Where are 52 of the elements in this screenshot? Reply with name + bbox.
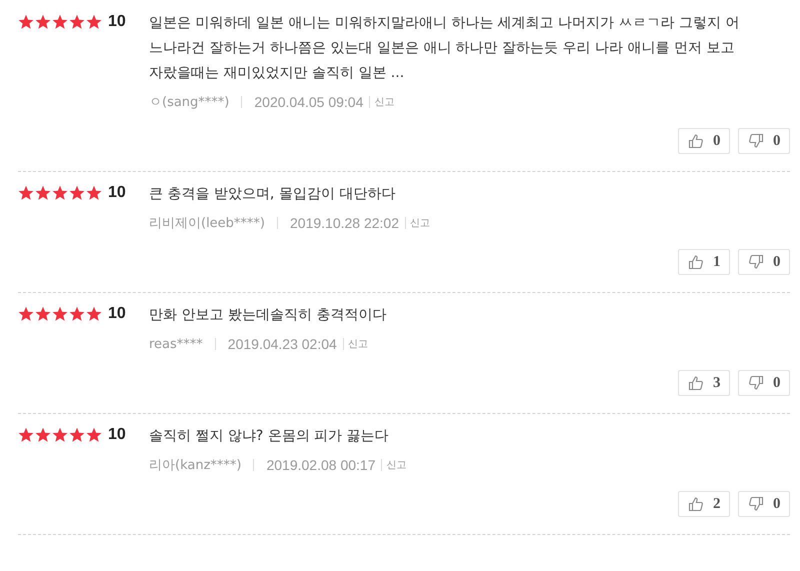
rating-score: 10 — [108, 427, 126, 443]
author-name: 리비제이(leeb****) — [149, 215, 266, 232]
star-icon — [18, 185, 34, 201]
review-date: 2019.10.28 22:02 — [290, 215, 400, 231]
review-text: 큰 충격을 받았으며, 몰입감이 대단하다 — [149, 185, 396, 204]
like-button[interactable]: 3 — [678, 370, 730, 396]
review-text: 일본은 미워하데 일본 애니는 미워하지말라애니 하나는 세계최고 나머지가 ㅆㄹㄱ라 그렇지 어느나라건 잘하는거 하나쯤은 있는대 일본은 애니 하나만 잘하는듯 우리 나라 애니를 먼저 보고 자랐을때는 재미있었지만 솔직히 일본 ... — [149, 14, 741, 83]
star-icon — [18, 14, 34, 30]
star-icon — [35, 185, 51, 201]
author-name: ㅇ(sang****) — [149, 94, 230, 111]
star-icon — [52, 306, 68, 322]
star-icon — [18, 427, 34, 443]
star-icon — [35, 306, 51, 322]
star-icon — [86, 427, 102, 443]
thumbs-down-icon — [748, 133, 764, 149]
review-date: 2019.02.08 00:17 — [266, 457, 376, 473]
star-icon — [86, 306, 102, 322]
star-icon — [69, 14, 85, 30]
star-icon — [86, 185, 102, 201]
dislike-button[interactable]: 0 — [738, 370, 790, 396]
star-icon — [69, 306, 85, 322]
thumbs-down-icon — [748, 496, 764, 512]
thumbs-up-icon — [688, 254, 704, 270]
review-text: 만화 안보고 봤는데솔직히 충격적이다 — [149, 306, 388, 325]
thumbs-up-icon — [688, 496, 704, 512]
author-name: reas**** — [149, 336, 203, 352]
review-text: 솔직히 쩔지 않냐? 온몸의 피가 끓는다 — [149, 427, 390, 446]
author-name: 리아(kanz****) — [149, 457, 242, 474]
like-button[interactable]: 1 — [678, 249, 730, 275]
dislike-button[interactable]: 0 — [738, 128, 790, 154]
star-icon — [52, 427, 68, 443]
thumbs-up-icon — [688, 133, 704, 149]
thumbs-up-icon — [688, 375, 704, 391]
like-button[interactable]: 0 — [678, 128, 730, 154]
thumbs-down-icon — [748, 375, 764, 391]
star-icon — [52, 185, 68, 201]
star-icon — [69, 427, 85, 443]
review-date: 2019.04.23 02:04 — [228, 336, 337, 352]
like-button[interactable]: 2 — [678, 491, 730, 517]
star-icon — [86, 14, 102, 30]
star-icon — [69, 185, 85, 201]
review-date: 2020.04.05 09:04 — [254, 94, 364, 110]
star-icon — [18, 306, 34, 322]
thumbs-down-icon — [748, 254, 764, 270]
dislike-button[interactable]: 0 — [738, 491, 790, 517]
rating-score: 10 — [108, 14, 126, 30]
star-icon — [35, 427, 51, 443]
rating-score: 10 — [108, 306, 126, 322]
rating-score: 10 — [108, 185, 126, 201]
star-icon — [52, 14, 68, 30]
dislike-button[interactable]: 0 — [738, 249, 790, 275]
star-icon — [35, 14, 51, 30]
